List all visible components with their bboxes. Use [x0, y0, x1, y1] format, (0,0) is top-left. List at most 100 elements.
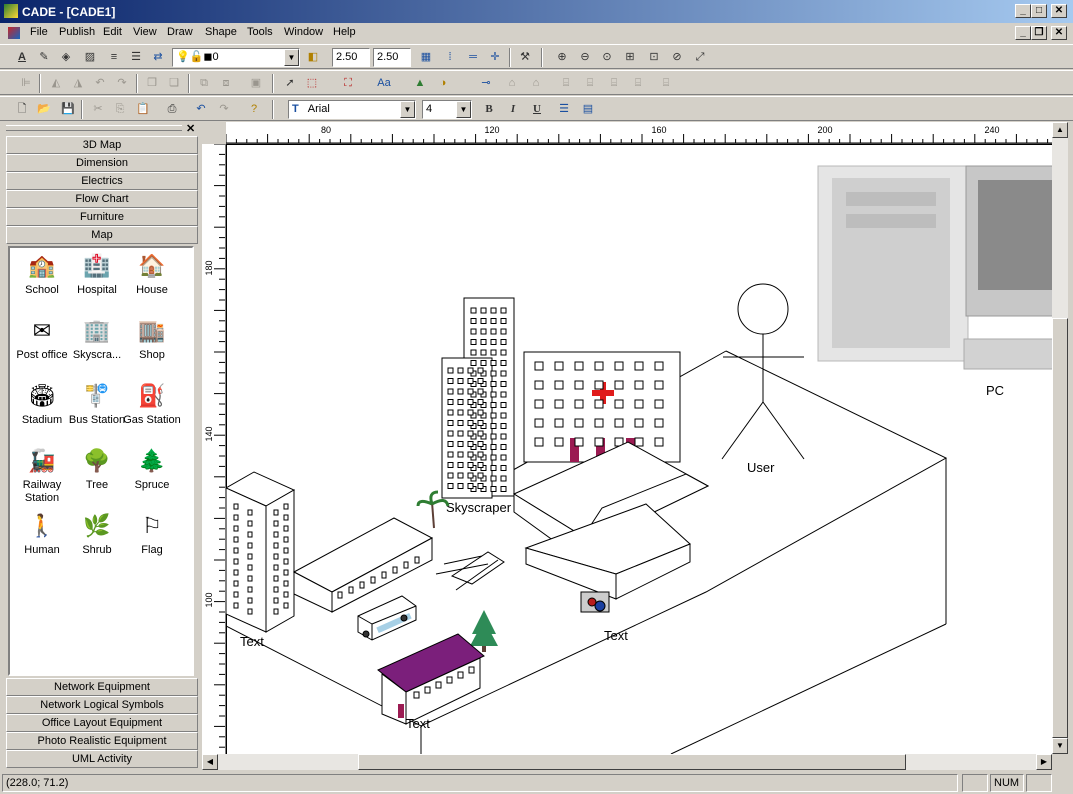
italic-button[interactable]: I: [503, 100, 523, 119]
text-label-apartment[interactable]: Text: [240, 634, 264, 649]
maximize-button[interactable]: □: [1031, 4, 1047, 18]
zoom-out-icon[interactable]: ⊖: [575, 48, 595, 67]
mdi-close-button[interactable]: ✕: [1051, 26, 1067, 40]
zoom-in-icon[interactable]: ⊕: [552, 48, 572, 67]
group-icon[interactable]: ⧉: [194, 74, 214, 93]
cut-icon[interactable]: ✂: [88, 100, 108, 119]
copy-icon[interactable]: ⎘: [110, 100, 130, 119]
shape-bus-station[interactable]: 🚏 Bus Station: [67, 382, 127, 427]
tools-icon[interactable]: ⚒: [515, 48, 535, 67]
shape-skyscraper[interactable]: 🏢 Skyscra...: [67, 317, 127, 362]
rotate-left-icon[interactable]: ↶: [90, 74, 110, 93]
zoom-fit-icon[interactable]: ⊞: [620, 48, 640, 67]
line-width-input[interactable]: 2.50: [332, 48, 370, 67]
flip-vertical-icon[interactable]: ◮: [68, 74, 88, 93]
skyscraper-label[interactable]: Skyscraper: [446, 500, 512, 515]
layers-icon[interactable]: ◧: [303, 48, 323, 67]
pc-label[interactable]: PC: [986, 383, 1004, 398]
menu-edit[interactable]: Edit: [103, 26, 122, 38]
category-network-equipment[interactable]: Network Equipment: [6, 678, 198, 696]
print-icon[interactable]: ⎙: [162, 100, 182, 119]
help-icon[interactable]: ?: [244, 100, 264, 119]
shape-spruce[interactable]: 🌲 Spruce: [122, 447, 182, 492]
redo-icon[interactable]: ↷: [214, 100, 234, 119]
shape-railway-station[interactable]: 🚂 Railway Station: [12, 447, 72, 505]
category-office-layout-equipment[interactable]: Office Layout Equipment: [6, 714, 198, 732]
undo-icon[interactable]: ↶: [191, 100, 211, 119]
network-icon-2[interactable]: ⌂: [526, 74, 546, 93]
spruce-tree[interactable]: [470, 610, 498, 652]
select-rect-icon[interactable]: ⬚: [302, 74, 322, 93]
snap-icon[interactable]: ✛: [485, 48, 505, 67]
text-label-gas-station[interactable]: Text: [604, 628, 628, 643]
chevron-down-icon[interactable]: ▼: [400, 101, 415, 118]
scroll-up-icon[interactable]: ▲: [1052, 122, 1068, 138]
category-3d-map[interactable]: 3D Map: [6, 136, 198, 154]
scroll-down-icon[interactable]: ▼: [1052, 738, 1068, 754]
shape-gas-station[interactable]: ⛽ Gas Station: [122, 382, 182, 427]
menu-publish[interactable]: Publish: [59, 26, 95, 38]
category-uml-activity[interactable]: UML Activity: [6, 750, 198, 768]
user-actor[interactable]: [721, 283, 805, 460]
font-select[interactable]: T Arial ▼: [288, 100, 416, 119]
properties-icon[interactable]: ▣: [246, 74, 266, 93]
font-size-select[interactable]: 4 ▼: [422, 100, 472, 119]
align-text-icon[interactable]: ☰: [554, 100, 574, 119]
fill-icon[interactable]: ◈: [56, 48, 76, 67]
close-button[interactable]: ✕: [1051, 4, 1067, 18]
hatch-icon[interactable]: ▨: [80, 48, 100, 67]
text-properties-icon[interactable]: ▤: [578, 100, 598, 119]
paste-icon[interactable]: 📋: [133, 100, 153, 119]
mdi-restore-button[interactable]: ❐: [1031, 26, 1047, 40]
panel-gripper[interactable]: [6, 125, 182, 131]
user-label[interactable]: User: [747, 460, 775, 475]
dash-style-icon[interactable]: ☰: [126, 48, 146, 67]
scroll-thumb[interactable]: [358, 754, 906, 770]
bold-button[interactable]: B: [479, 100, 499, 119]
zoom-page-icon[interactable]: ⊡: [644, 48, 664, 67]
text-tool-icon[interactable]: Aa: [374, 74, 394, 93]
image-tool-icon[interactable]: ▲: [410, 74, 430, 93]
new-file-icon[interactable]: 🗋: [12, 100, 32, 119]
category-network-logical-symbols[interactable]: Network Logical Symbols: [6, 696, 198, 714]
category-electrics[interactable]: Electrics: [6, 172, 198, 190]
network-icon-3[interactable]: ⌸: [556, 74, 576, 93]
category-dimension[interactable]: Dimension: [6, 154, 198, 172]
airplane[interactable]: [435, 551, 505, 591]
shape-post-office[interactable]: ✉ Post office: [12, 317, 72, 362]
scroll-right-icon[interactable]: ▶: [1036, 754, 1052, 770]
gas-station-building[interactable]: [512, 441, 710, 613]
network-icon-1[interactable]: ⌂: [502, 74, 522, 93]
category-photo-realistic-equipment[interactable]: Photo Realistic Equipment: [6, 732, 198, 750]
pen-icon[interactable]: ✎: [34, 48, 54, 67]
select-pointer-icon[interactable]: ➚: [280, 74, 300, 93]
scroll-left-icon[interactable]: ◀: [202, 754, 218, 770]
chevron-down-icon[interactable]: ▼: [456, 101, 471, 118]
shape-hospital[interactable]: 🏥 Hospital: [67, 252, 127, 297]
close-icon[interactable]: ✕: [186, 122, 195, 135]
zoom-window-icon[interactable]: ⊙: [597, 48, 617, 67]
align-left-icon[interactable]: ⊫: [16, 74, 36, 93]
shape-tool-icon[interactable]: ◑: [433, 74, 453, 93]
save-icon[interactable]: 💾: [58, 100, 78, 119]
rotate-right-icon[interactable]: ↷: [112, 74, 132, 93]
network-icon-5[interactable]: ⌸: [604, 74, 624, 93]
send-back-icon[interactable]: ❏: [164, 74, 184, 93]
vertical-scrollbar[interactable]: ▲ ▼: [1052, 122, 1068, 754]
grid-icon[interactable]: ▦: [416, 48, 436, 67]
network-icon-6[interactable]: ⌸: [628, 74, 648, 93]
network-icon-7[interactable]: ⌸: [656, 74, 676, 93]
open-folder-icon[interactable]: 📂: [34, 100, 54, 119]
scroll-thumb[interactable]: [1052, 318, 1068, 738]
shape-school[interactable]: 🏫 School: [12, 252, 72, 297]
pan-icon[interactable]: ⤢: [690, 48, 710, 67]
mdi-minimize-button[interactable]: _: [1015, 26, 1031, 40]
select-node-icon[interactable]: ⛶: [338, 74, 358, 93]
menu-view[interactable]: View: [133, 26, 157, 38]
horizontal-scrollbar[interactable]: ◀ ▶: [202, 754, 1052, 770]
menu-draw[interactable]: Draw: [167, 26, 193, 38]
category-furniture[interactable]: Furniture: [6, 208, 198, 226]
menu-shape[interactable]: Shape: [205, 26, 237, 38]
guides-icon[interactable]: ═: [463, 48, 483, 67]
line-color-icon[interactable]: A: [12, 48, 32, 67]
